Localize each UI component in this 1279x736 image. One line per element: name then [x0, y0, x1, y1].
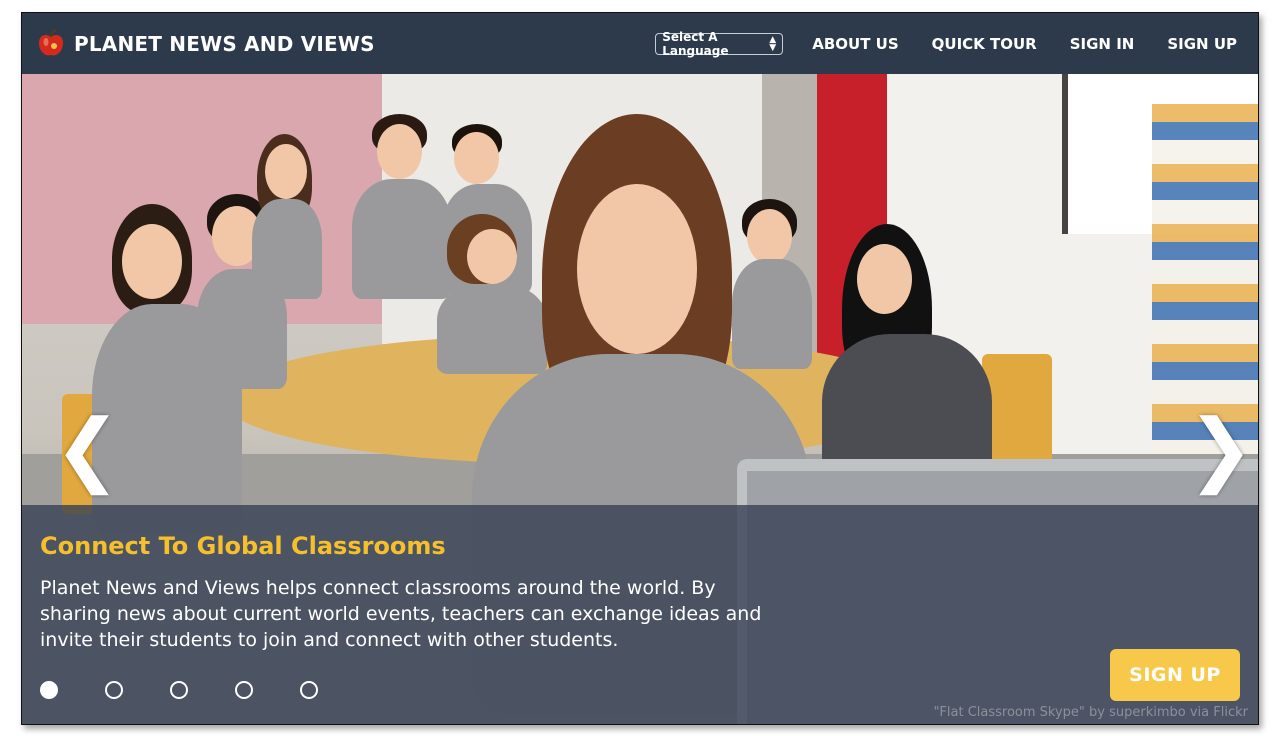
- chevron-left-icon: ❮: [54, 402, 122, 495]
- hero-description: Planet News and Views helps connect clas…: [40, 577, 762, 651]
- slide-indicators: [40, 681, 365, 699]
- updown-icon: ▲ ▼: [769, 34, 777, 53]
- nav-sign-up[interactable]: SIGN UP: [1167, 35, 1237, 53]
- slide-dot[interactable]: [40, 681, 58, 699]
- chevron-right-icon: ❯: [1187, 402, 1255, 495]
- hero-title: Connect To Global Classrooms: [40, 532, 446, 560]
- page-frame: PLANET NEWS AND VIEWS Select A Language …: [21, 12, 1259, 725]
- language-select-label: Select A Language: [662, 29, 729, 58]
- brand-name: PLANET NEWS AND VIEWS: [74, 31, 375, 56]
- slide-dot[interactable]: [105, 681, 123, 699]
- top-nav: PLANET NEWS AND VIEWS Select A Language …: [22, 13, 1258, 74]
- nav-about-us[interactable]: ABOUT US: [812, 35, 898, 53]
- language-select[interactable]: Select A Language ▲ ▼: [655, 29, 784, 58]
- next-slide-button[interactable]: ❯: [1187, 409, 1254, 489]
- logo[interactable]: PLANET NEWS AND VIEWS: [36, 28, 375, 59]
- apple-icon: [39, 28, 63, 55]
- scene-chair: [982, 354, 1052, 464]
- photo-credit: "Flat Classroom Skype" by superkimbo via…: [933, 705, 1248, 720]
- slide-dot[interactable]: [170, 681, 188, 699]
- nav-sign-in[interactable]: SIGN IN: [1070, 35, 1135, 53]
- slide-dot[interactable]: [300, 681, 318, 699]
- nav-quick-tour[interactable]: QUICK TOUR: [932, 35, 1037, 53]
- main-nav: Select A Language ▲ ▼ ABOUT US QUICK TOUR…: [655, 29, 1237, 58]
- prev-slide-button[interactable]: ❮: [54, 409, 121, 489]
- sign-up-button[interactable]: SIGN UP: [1110, 649, 1240, 701]
- slide-dot[interactable]: [235, 681, 253, 699]
- scene-wall: [22, 74, 382, 324]
